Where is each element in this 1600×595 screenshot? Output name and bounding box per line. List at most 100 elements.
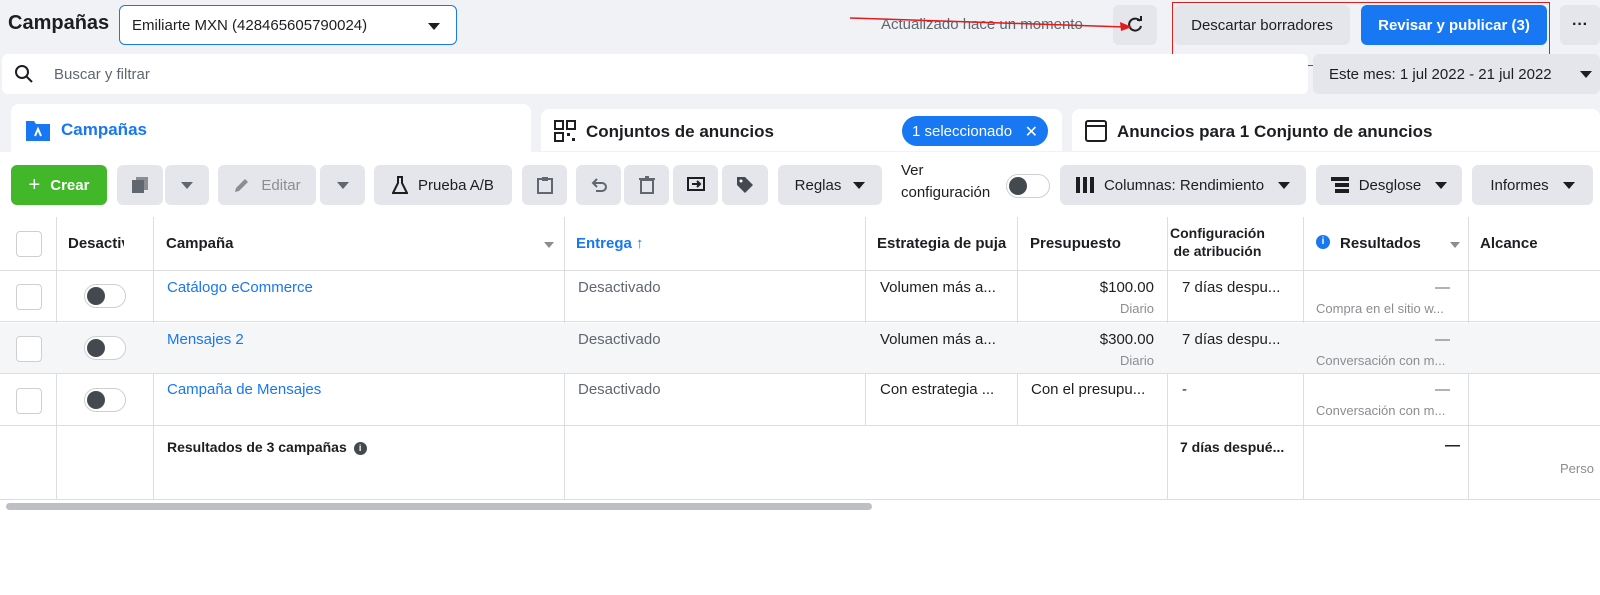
exchange-button[interactable]	[673, 165, 718, 205]
budget-period: Diario	[1120, 353, 1154, 368]
tab-ads[interactable]: Anuncios para 1 Conjunto de anuncios	[1072, 109, 1600, 151]
delivery-status: Desactivado	[578, 331, 661, 348]
horizontal-scrollbar[interactable]	[6, 503, 872, 510]
create-button[interactable]: + Crear	[11, 165, 107, 205]
summary-label-text: Resultados de 3 campañas	[167, 439, 347, 455]
create-label: Crear	[50, 176, 90, 194]
row-checkbox[interactable]	[16, 388, 42, 414]
tab-label: Anuncios para 1 Conjunto de anuncios	[1117, 122, 1433, 141]
refresh-button[interactable]	[1113, 5, 1157, 45]
tab-label: Conjuntos de anuncios	[586, 122, 774, 141]
col-attribution[interactable]: Configuración de atribución	[1170, 224, 1265, 260]
date-range-selector[interactable]: Este mes: 1 jul 2022 - 21 jul 2022	[1313, 54, 1600, 94]
folder-icon	[26, 121, 50, 141]
budget-value: Con el presupu...	[1031, 381, 1146, 398]
exchange-icon	[686, 177, 705, 191]
duplicate-menu-button[interactable]	[165, 165, 209, 205]
close-icon[interactable]: ✕	[1025, 122, 1038, 142]
attribution-value: 7 días despu...	[1182, 279, 1281, 296]
chevron-down-icon	[853, 181, 866, 189]
bid-strategy: Con estrategia ...	[880, 381, 995, 398]
summary-label: Resultados de 3 campañas i	[167, 439, 367, 455]
ab-test-button[interactable]: Prueba A/B	[374, 165, 512, 205]
edit-button[interactable]: Editar	[218, 165, 316, 205]
campaign-name-link[interactable]: Catálogo eCommerce	[167, 279, 313, 296]
table-row[interactable]: Mensajes 2 Desactivado Volumen más a... …	[0, 323, 1600, 374]
info-icon[interactable]: i	[353, 442, 367, 455]
more-options-button[interactable]: ···	[1560, 5, 1600, 45]
duplicate-button[interactable]	[117, 165, 163, 205]
col-bid-strategy[interactable]: Estrategia de puja	[877, 235, 1006, 252]
result-value: —	[1435, 331, 1450, 348]
result-value: —	[1435, 279, 1450, 296]
refresh-icon	[1128, 16, 1142, 32]
col-attribution-line2: de atribución	[1173, 243, 1262, 259]
row-toggle[interactable]	[84, 284, 126, 308]
col-budget[interactable]: Presupuesto	[1030, 235, 1121, 252]
view-config-toggle[interactable]	[1006, 174, 1050, 198]
tag-button[interactable]	[722, 165, 768, 205]
search-bar[interactable]: Buscar y filtrar	[2, 54, 1308, 94]
account-selector[interactable]: Emiliarte MXN (428465605790024)	[119, 5, 457, 45]
table-row[interactable]: Catálogo eCommerce Desactivado Volumen m…	[0, 271, 1600, 322]
grid-icon	[554, 120, 576, 142]
toolbar: + Crear Editar Prueba A/B Reglas Ver con…	[0, 152, 1600, 217]
col-delivery[interactable]: Entrega ↑	[576, 235, 644, 252]
summary-row: Resultados de 3 campañas i 7 días despué…	[0, 427, 1600, 500]
delete-button[interactable]	[624, 165, 669, 205]
col-reach[interactable]: Alcance	[1480, 235, 1538, 252]
chevron-down-icon	[1580, 71, 1592, 78]
table-header: Desactiv Campaña Entrega ↑ Estrategia de…	[0, 217, 1600, 271]
budget-value: $300.00	[1099, 331, 1154, 348]
summary-attribution: 7 días despué...	[1180, 439, 1285, 455]
tab-ad-sets[interactable]: Conjuntos de anuncios 1 seleccionado ✕	[541, 109, 1062, 151]
row-checkbox[interactable]	[16, 336, 42, 362]
bid-strategy: Volumen más a...	[880, 279, 996, 296]
edit-menu-button[interactable]	[320, 165, 365, 205]
flask-icon	[392, 176, 409, 194]
delivery-status: Desactivado	[578, 381, 661, 398]
toggle-knob	[87, 287, 105, 305]
columns-button[interactable]: Columnas: Rendimiento	[1060, 165, 1306, 205]
result-type: Conversación con m...	[1316, 353, 1446, 368]
col-results[interactable]: Resultados	[1340, 235, 1421, 252]
sort-caret-icon[interactable]	[1450, 242, 1460, 248]
view-config-line2: configuración	[901, 184, 991, 201]
sort-caret-icon[interactable]	[544, 242, 554, 248]
col-campaign[interactable]: Campaña	[166, 235, 234, 252]
budget-value: $100.00	[1099, 279, 1154, 296]
reports-button[interactable]: Informes	[1472, 165, 1593, 205]
select-all-checkbox[interactable]	[16, 231, 42, 257]
tab-label: Campañas	[61, 120, 147, 139]
clipboard-button[interactable]	[522, 165, 567, 205]
bid-strategy: Volumen más a...	[880, 331, 996, 348]
pencil-icon	[235, 179, 249, 192]
campaign-name-link[interactable]: Mensajes 2	[167, 331, 244, 348]
view-config-line1: Ver	[901, 162, 924, 179]
summary-result: —	[1445, 437, 1460, 454]
row-checkbox[interactable]	[16, 284, 42, 310]
row-toggle[interactable]	[84, 388, 126, 412]
row-toggle[interactable]	[84, 336, 126, 360]
col-off[interactable]: Desactiv	[68, 235, 124, 252]
arrow-up-icon: ↑	[636, 235, 644, 252]
rules-button[interactable]: Reglas	[778, 165, 882, 205]
rules-label: Reglas	[794, 176, 842, 194]
table-row[interactable]: Campaña de Mensajes Desactivado Con estr…	[0, 375, 1600, 426]
chevron-down-icon	[1435, 181, 1448, 189]
columns-label: Columnas: Rendimiento	[1103, 176, 1265, 194]
page-title: Campañas	[8, 12, 110, 34]
info-icon[interactable]: i	[1316, 235, 1330, 249]
col-delivery-label: Entrega	[576, 235, 632, 252]
chevron-down-icon	[181, 181, 193, 189]
search-input[interactable]: Buscar y filtrar	[54, 66, 150, 83]
result-value: —	[1435, 381, 1450, 398]
summary-reach-sub: Perso	[1560, 461, 1594, 476]
selected-badge[interactable]: 1 seleccionado ✕	[902, 116, 1048, 146]
undo-button[interactable]	[576, 165, 621, 205]
result-type: Conversación con m...	[1316, 403, 1446, 418]
campaign-name-link[interactable]: Campaña de Mensajes	[167, 381, 321, 398]
toggle-knob	[87, 391, 105, 409]
clipboard-icon	[536, 177, 553, 194]
breakdown-button[interactable]: Desglose	[1316, 165, 1462, 205]
